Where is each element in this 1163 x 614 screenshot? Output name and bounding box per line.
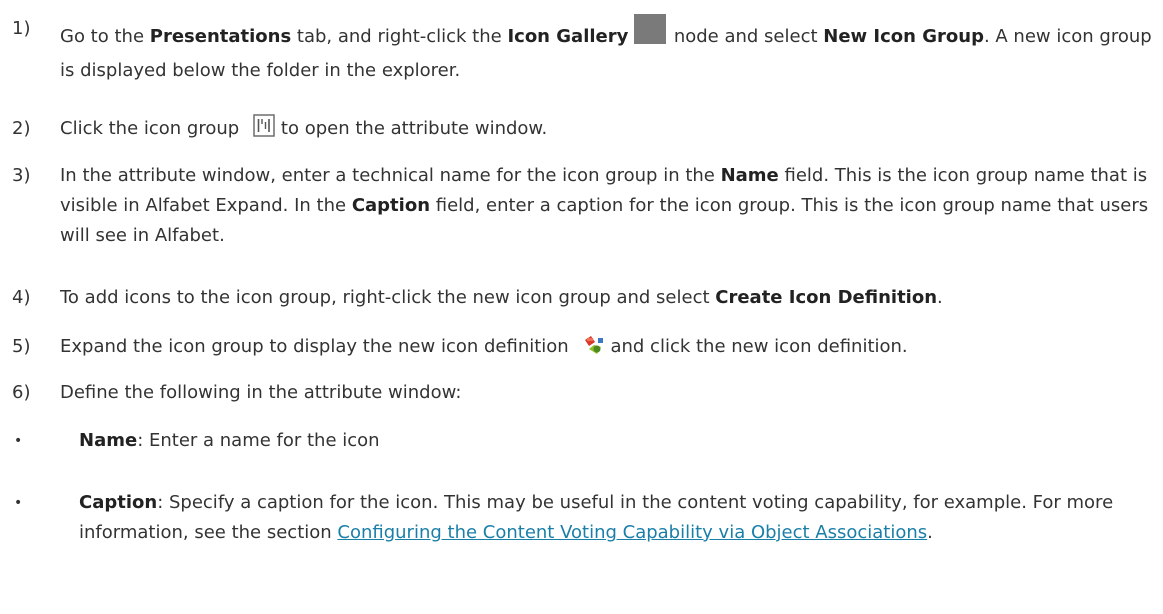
step-text: Go to the Presentations tab, and right-c… xyxy=(60,10,1152,86)
bullet-caption: • Caption: Specify a caption for the ico… xyxy=(14,488,1154,548)
bullet-label: Name xyxy=(79,430,138,451)
step-3: 3) In the attribute window, enter a tech… xyxy=(12,161,1152,251)
step-text: Expand the icon group to display the new… xyxy=(60,332,1152,366)
presentations-tab-label: Presentations xyxy=(149,26,292,47)
create-icon-definition-label: Create Icon Definition xyxy=(715,287,938,308)
icon-definition-icon xyxy=(583,334,605,366)
step-text: Click the icon group to open the attribu… xyxy=(60,114,1152,148)
new-icon-group-label: New Icon Group xyxy=(823,26,984,47)
icon-gallery-label: Icon Gallery xyxy=(507,26,629,47)
step-text: To add icons to the icon group, right-cl… xyxy=(60,287,943,308)
icon-group-icon xyxy=(253,114,275,148)
bullet-label: Caption xyxy=(79,492,158,513)
name-field-label: Name xyxy=(720,165,779,186)
bullet-icon: • xyxy=(14,433,23,449)
step-6: 6) Define the following in the attribute… xyxy=(12,378,1152,408)
step-text: Define the following in the attribute wi… xyxy=(60,382,462,403)
folder-icon xyxy=(634,10,668,56)
step-1: 1) Go to the Presentations tab, and righ… xyxy=(12,10,1152,86)
bullet-icon: • xyxy=(14,495,23,511)
step-number: 5) xyxy=(12,336,31,357)
step-number: 6) xyxy=(12,382,31,403)
step-number: 4) xyxy=(12,287,31,308)
step-number: 3) xyxy=(12,165,31,186)
step-2: 2) Click the icon group to open the attr… xyxy=(12,114,1152,148)
step-5: 5) Expand the icon group to display the … xyxy=(12,332,1152,366)
step-text: In the attribute window, enter a technic… xyxy=(60,165,1149,246)
step-4: 4) To add icons to the icon group, right… xyxy=(12,283,1152,313)
step-number: 2) xyxy=(12,118,31,139)
content-voting-link[interactable]: Configuring the Content Voting Capabilit… xyxy=(337,522,927,543)
caption-field-label: Caption xyxy=(351,195,431,216)
bullet-name: • Name: Enter a name for the icon xyxy=(14,426,1154,456)
step-number: 1) xyxy=(12,18,31,39)
